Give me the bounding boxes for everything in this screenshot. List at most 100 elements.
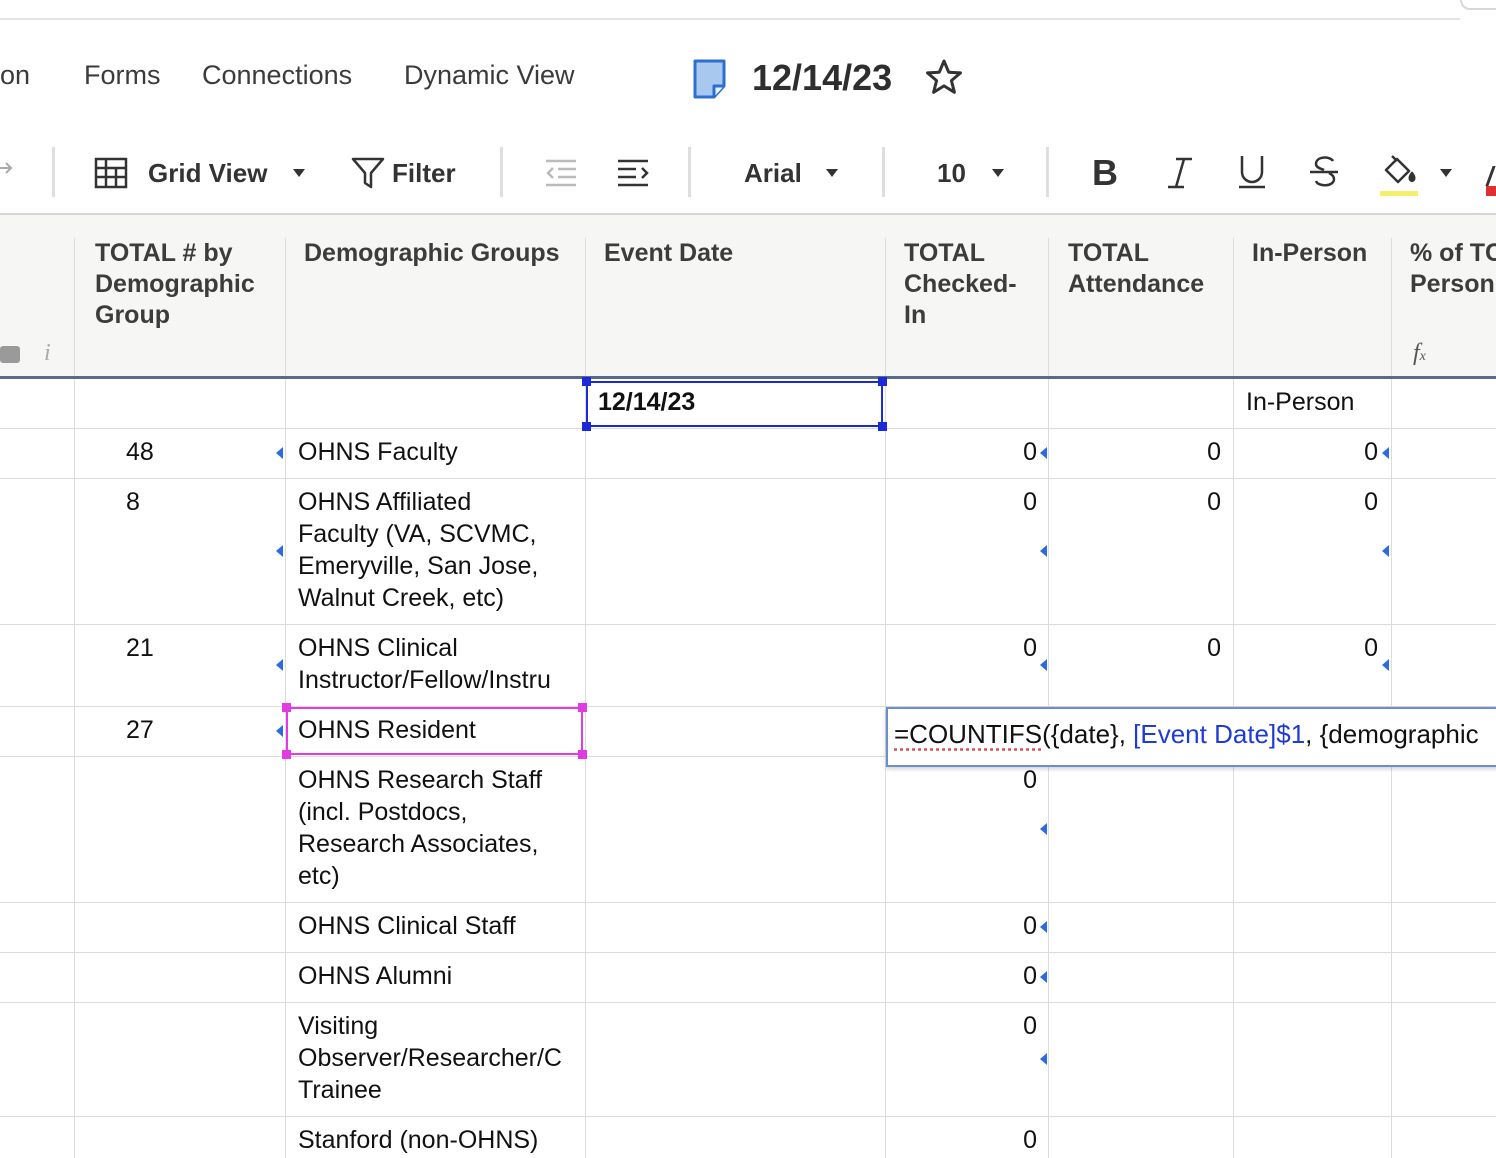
column-header-demographic-groups[interactable]: Demographic Groups [304, 238, 560, 269]
filter-button-label: Filter [392, 157, 456, 188]
cell-total-by-group[interactable]: 21 [126, 632, 154, 664]
selection-handle[interactable] [582, 377, 591, 386]
header-line: Checked- [904, 270, 1017, 298]
selection-handle[interactable] [582, 422, 591, 431]
cell-link-marker [276, 659, 283, 671]
cell-demographic-group[interactable]: OHNS Clinical Staff [298, 910, 516, 942]
cell-total-by-group[interactable]: 48 [126, 436, 154, 468]
cell-total-by-group[interactable]: 27 [126, 714, 154, 746]
font-size-selector[interactable]: 10 [937, 150, 966, 196]
header-line: TOTAL # by [95, 239, 233, 267]
cell-demographic-group[interactable]: OHNS Research Staff (incl. Postdocs, Res… [298, 764, 542, 892]
column-header-total-by-group[interactable]: TOTAL # by Demographic Group [95, 238, 255, 331]
underline-icon[interactable] [1236, 154, 1268, 190]
chevron-down-icon[interactable] [992, 169, 1004, 177]
chevron-down-icon[interactable] [1440, 169, 1452, 177]
indent-icon[interactable] [616, 158, 650, 188]
cell-in-person[interactable]: 0 [1240, 486, 1378, 518]
cell-demographic-group[interactable]: OHNS Clinical Instructor/Fellow/Instru [298, 632, 573, 696]
cell-formula-editor[interactable]: =COUNTIFS({date}, [Event Date]$1, {demog… [886, 707, 1496, 767]
header-line: Person [1410, 270, 1495, 298]
strikethrough-icon[interactable] [1308, 154, 1340, 190]
cell-in-person[interactable]: 0 [1240, 632, 1378, 664]
cell-checked-in[interactable]: 0 [900, 436, 1037, 468]
row-divider [0, 952, 1496, 953]
nav-item-connections[interactable]: Connections [202, 58, 352, 92]
cell-demographic-group[interactable]: Visiting Observer/Researcher/C Trainee [298, 1010, 573, 1106]
header-line: TOTAL [904, 239, 986, 267]
cell-checked-in[interactable]: 0 [900, 1124, 1037, 1156]
selected-cell-event-date[interactable] [586, 381, 883, 427]
sheet-title[interactable]: 12/14/23 [752, 56, 892, 100]
column-header-total-checked-in[interactable]: TOTAL Checked- In [904, 238, 1017, 331]
bold-icon[interactable]: B [1092, 152, 1118, 194]
cell-line: etc) [298, 862, 340, 890]
grid-icon[interactable] [94, 157, 128, 189]
cell-total-by-group[interactable]: 8 [126, 486, 140, 518]
cell-checked-in[interactable]: 0 [900, 486, 1037, 518]
nav-item-partial[interactable]: on [0, 58, 30, 92]
fill-color-icon[interactable] [1380, 154, 1420, 190]
cell-checked-in[interactable]: 0 [900, 910, 1037, 942]
text-color-icon[interactable] [1485, 166, 1496, 186]
font-size-label: 10 [937, 157, 966, 188]
cell-checked-in[interactable]: 0 [900, 764, 1037, 796]
font-family-selector[interactable]: Arial [744, 150, 802, 196]
formula-rest: , {demographic [1305, 719, 1479, 749]
cell-in-person[interactable]: In-Person [1246, 386, 1354, 418]
cell-link-marker [1040, 545, 1047, 557]
cell-attendance[interactable]: 0 [1060, 632, 1221, 664]
reference-handle[interactable] [578, 703, 587, 712]
cell-line: Research Associates, [298, 830, 539, 858]
cell-line: (incl. Postdocs, [298, 798, 468, 826]
filter-button[interactable]: Filter [392, 150, 456, 196]
cell-in-person[interactable]: 0 [1240, 436, 1378, 468]
outdent-icon[interactable] [544, 158, 578, 188]
cell-attendance[interactable]: 0 [1060, 436, 1221, 468]
filter-icon[interactable] [350, 156, 386, 190]
star-icon[interactable] [924, 58, 964, 96]
header-line: Demographic Groups [304, 239, 560, 267]
selection-handle[interactable] [878, 422, 887, 431]
cell-link-marker [1040, 823, 1047, 835]
cell-demographic-group[interactable]: Stanford (non-OHNS) [298, 1124, 538, 1156]
header-line: Attendance [1068, 270, 1205, 298]
reference-handle[interactable] [578, 750, 587, 759]
cell-checked-in[interactable]: 0 [900, 1010, 1037, 1042]
reference-handle[interactable] [282, 703, 291, 712]
cell-line: Observer/Researcher/C [298, 1044, 562, 1072]
column-header-event-date[interactable]: Event Date [604, 238, 733, 269]
row-divider [0, 624, 1496, 625]
header-line: Event Date [604, 239, 734, 267]
cell-line: Trainee [298, 1076, 382, 1104]
column-header-in-person[interactable]: In-Person [1252, 238, 1367, 269]
collapse-arrow-icon[interactable] [0, 158, 14, 178]
selection-handle[interactable] [878, 377, 887, 386]
cell-demographic-group[interactable]: OHNS Alumni [298, 960, 452, 992]
info-icon[interactable]: i [44, 340, 51, 367]
column-header-total-attendance[interactable]: TOTAL Attendance [1068, 238, 1204, 300]
italic-icon[interactable] [1166, 156, 1194, 190]
toolbar-separator [500, 147, 503, 197]
formula-reference-highlight [286, 707, 583, 755]
view-selector-label: Grid View [148, 157, 268, 188]
cell-link-marker [1382, 659, 1389, 671]
cell-checked-in[interactable]: 0 [900, 960, 1037, 992]
view-selector[interactable]: Grid View [148, 150, 267, 196]
cell-attendance[interactable]: 0 [1060, 486, 1221, 518]
text-color-swatch[interactable] [1486, 186, 1496, 196]
cell-checked-in[interactable]: 0 [900, 632, 1037, 664]
toolbar-separator [688, 147, 691, 197]
cell-link-marker [276, 545, 283, 557]
cell-link-marker [1040, 971, 1047, 983]
nav-item-forms[interactable]: Forms [84, 58, 161, 92]
cell-demographic-group[interactable]: OHNS Faculty [298, 436, 458, 468]
cell-demographic-group[interactable]: OHNS Affiliated Faculty (VA, SCVMC, Emer… [298, 486, 538, 614]
nav-item-dynamic-view[interactable]: Dynamic View [404, 58, 575, 92]
column-header-pct-in-person[interactable]: % of TC Person [1410, 238, 1496, 300]
chevron-down-icon[interactable] [826, 169, 838, 177]
attachment-icon[interactable] [0, 346, 20, 363]
chevron-down-icon[interactable] [293, 169, 305, 177]
reference-handle[interactable] [282, 750, 291, 759]
cell-line: OHNS Affiliated [298, 488, 472, 516]
